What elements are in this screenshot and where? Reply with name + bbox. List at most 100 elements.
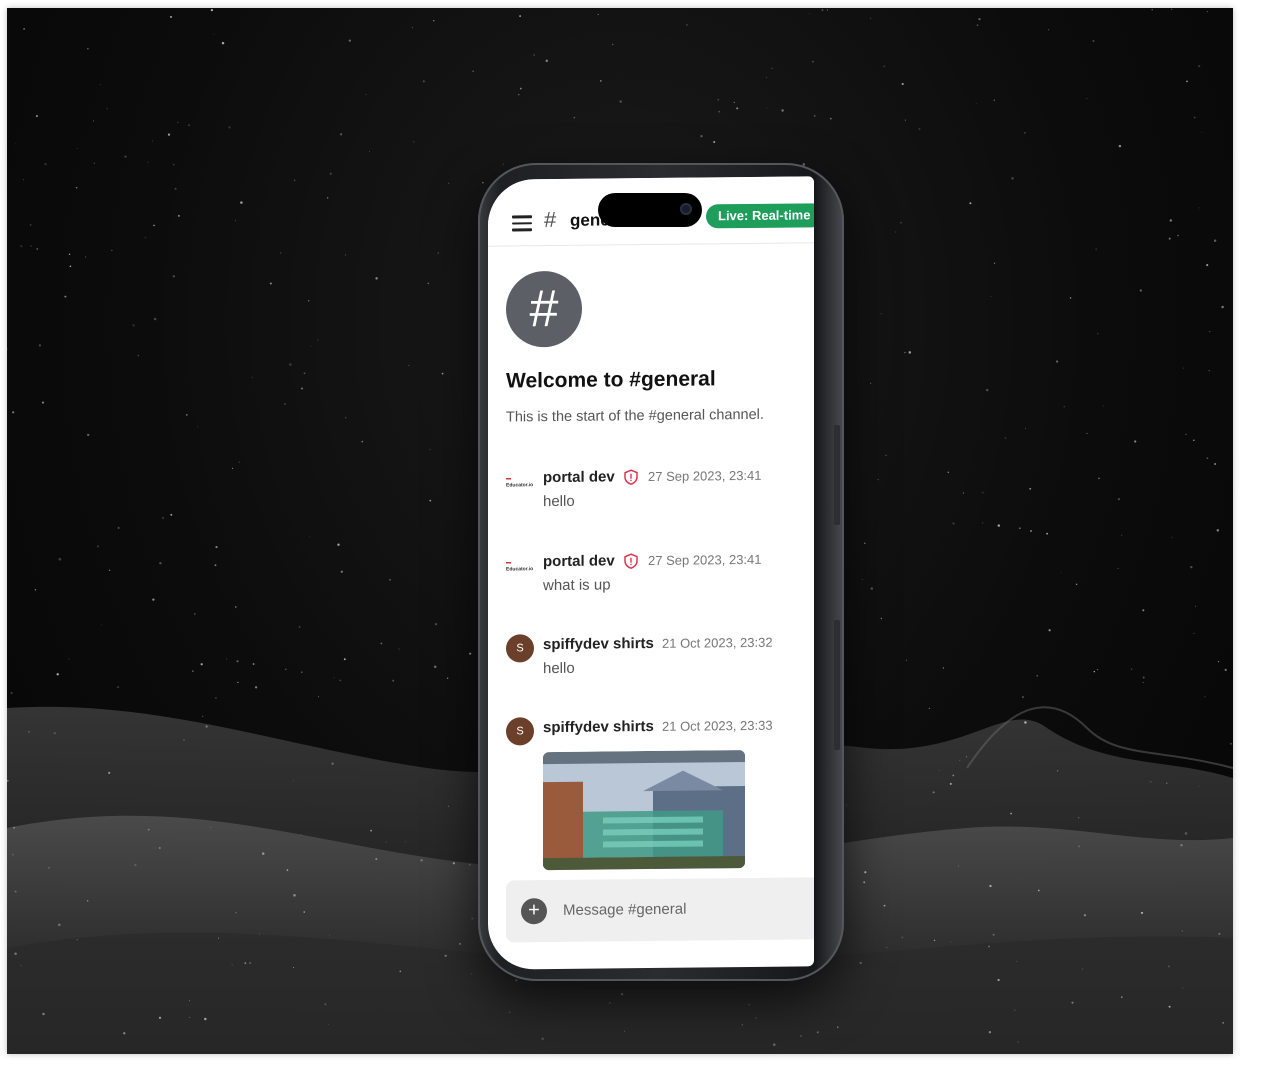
dust-particle — [435, 623, 438, 626]
dust-particle — [826, 9, 828, 11]
dust-particle — [309, 535, 311, 537]
dust-particle — [99, 84, 101, 86]
dust-particle — [816, 1031, 819, 1034]
dust-particle — [345, 417, 347, 419]
dust-particle — [34, 589, 37, 591]
dust-particle — [755, 1017, 757, 1019]
dust-particle — [1004, 437, 1007, 439]
add-attachment-icon[interactable]: + — [521, 898, 547, 925]
dust-particle — [883, 904, 886, 907]
dust-particle — [123, 1032, 126, 1035]
dust-particle — [36, 247, 39, 250]
dust-particle — [988, 945, 990, 948]
dust-particle — [41, 401, 45, 404]
dust-particle — [448, 182, 450, 185]
dust-particle — [736, 107, 739, 110]
dust-particle — [327, 197, 329, 199]
dust-particle — [317, 339, 319, 341]
dust-particle — [471, 973, 472, 975]
dust-particle — [303, 911, 305, 913]
message-input[interactable]: Message #general — [563, 901, 686, 919]
dust-particle — [620, 993, 624, 996]
dust-particle — [303, 372, 306, 375]
dust-particle — [1011, 177, 1014, 180]
dust-particle — [880, 617, 883, 620]
game-screenshot-image[interactable] — [543, 750, 745, 871]
message-author[interactable]: portal dev — [543, 468, 615, 486]
message-item: ▬ Educator.io portal dev 27 Sep 2023, 23:… — [506, 464, 806, 510]
dust-particle — [612, 43, 614, 46]
avatar[interactable]: S — [506, 634, 534, 663]
dust-particle — [1017, 1041, 1019, 1043]
message-timestamp: 21 Oct 2023, 23:33 — [662, 717, 773, 734]
dust-particle — [741, 1024, 743, 1026]
dust-particle — [292, 967, 295, 969]
hamburger-menu-icon[interactable] — [512, 215, 532, 232]
dust-particle — [717, 98, 720, 101]
dust-particle — [153, 317, 157, 321]
dust-particle — [904, 119, 906, 121]
dust-particle — [134, 863, 137, 867]
dust-particle — [813, 114, 816, 117]
message-author[interactable]: spiffydev shirts — [543, 718, 654, 736]
dust-particle — [87, 900, 89, 902]
dust-particle — [433, 665, 437, 669]
dust-particle — [533, 54, 535, 56]
dust-particle — [1046, 532, 1049, 535]
message-composer[interactable]: + Message #general — [506, 877, 814, 943]
dust-particle — [292, 780, 294, 782]
dust-particle — [286, 869, 289, 871]
avatar[interactable]: S — [506, 717, 534, 746]
dust-particle — [361, 440, 364, 443]
dust-particle — [482, 182, 484, 184]
dust-particle — [1037, 889, 1040, 892]
avatar[interactable]: ▬ Educator.io — [506, 475, 536, 490]
dust-particle — [437, 252, 439, 254]
dust-particle — [44, 162, 47, 166]
dust-particle — [982, 522, 984, 524]
dust-particle — [978, 18, 981, 21]
dust-particle — [870, 382, 872, 384]
dust-particle — [1208, 369, 1210, 372]
dust-particle — [1098, 477, 1100, 480]
dust-particle — [821, 9, 824, 11]
dust-particle — [108, 771, 111, 775]
dust-particle — [1120, 996, 1123, 999]
dust-particle — [210, 826, 212, 828]
dust-particle — [1169, 219, 1172, 222]
dust-particle — [177, 121, 179, 123]
dust-particle — [1198, 207, 1200, 209]
dust-particle — [1096, 668, 1099, 671]
dust-particle — [472, 70, 474, 73]
dust-particle — [108, 569, 111, 572]
dust-particle — [236, 660, 239, 663]
dust-particle — [1093, 670, 1096, 673]
dust-particle — [23, 28, 25, 30]
dust-particle — [901, 936, 904, 939]
message-author[interactable]: portal dev — [543, 552, 615, 570]
dust-particle — [231, 467, 234, 469]
dust-particle — [1213, 239, 1217, 243]
dust-particle — [318, 696, 319, 698]
shield-icon — [624, 469, 638, 486]
dust-particle — [405, 841, 407, 843]
dust-particle — [368, 151, 370, 153]
dust-particle — [1117, 568, 1119, 569]
dust-particle — [12, 411, 15, 414]
dust-particle — [339, 679, 342, 682]
dust-particle — [952, 774, 955, 777]
dust-particle — [97, 545, 99, 548]
dust-particle — [106, 108, 108, 110]
dust-particle — [48, 866, 50, 869]
dust-particle — [1168, 1005, 1171, 1008]
dust-particle — [1118, 144, 1122, 148]
dust-particle — [14, 952, 17, 956]
dust-particle — [918, 127, 921, 130]
dust-particle — [519, 15, 522, 18]
avatar[interactable]: ▬ Educator.io — [506, 559, 536, 574]
dust-particle — [1014, 1009, 1016, 1011]
dust-particle — [20, 964, 22, 967]
dust-particle — [969, 202, 972, 205]
message-author[interactable]: spiffydev shirts — [543, 635, 654, 653]
dust-particle — [469, 652, 472, 655]
